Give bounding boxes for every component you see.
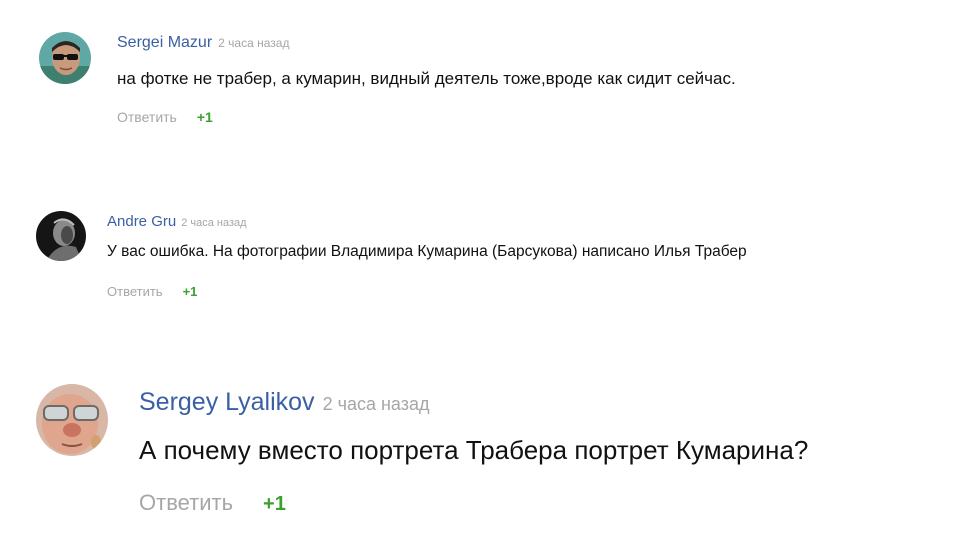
comment-text: А почему вместо портрета Трабера портрет… [139, 435, 809, 465]
comment-meta: Sergei Mazur 2 часа назад [117, 34, 289, 52]
reply-button[interactable]: Ответить [139, 490, 233, 515]
comment-timestamp: 2 часа назад [218, 36, 290, 50]
user-photo-icon [36, 384, 108, 456]
comment-author[interactable]: Andre Gru [107, 213, 176, 230]
avatar[interactable] [36, 211, 86, 261]
comment-meta: Sergey Lyalikov 2 часа назад [139, 388, 430, 417]
upvote-count[interactable]: +1 [263, 493, 286, 515]
comment-author[interactable]: Sergei Mazur [117, 34, 212, 51]
upvote-count[interactable]: +1 [197, 109, 213, 125]
avatar[interactable] [39, 32, 91, 84]
comment-timestamp: 2 часа назад [181, 217, 247, 229]
comment-actions: Ответить +1 [117, 109, 213, 127]
comment-text: У вас ошибка. На фотографии Владимира Ку… [107, 243, 747, 260]
avatar[interactable] [36, 384, 108, 456]
comment-actions: Ответить +1 [139, 490, 286, 516]
user-photo-icon [39, 32, 91, 84]
comment-author[interactable]: Sergey Lyalikov [139, 388, 315, 416]
comment-meta: Andre Gru 2 часа назад [107, 213, 247, 231]
reply-button[interactable]: Ответить [107, 284, 163, 299]
upvote-count[interactable]: +1 [183, 284, 198, 299]
reply-button[interactable]: Ответить [117, 109, 177, 125]
user-photo-icon [36, 211, 86, 261]
comment-timestamp: 2 часа назад [322, 394, 430, 414]
comment-text: на фотке не трабер, а кумарин, видный де… [117, 69, 736, 88]
comment-actions: Ответить +1 [107, 283, 197, 301]
